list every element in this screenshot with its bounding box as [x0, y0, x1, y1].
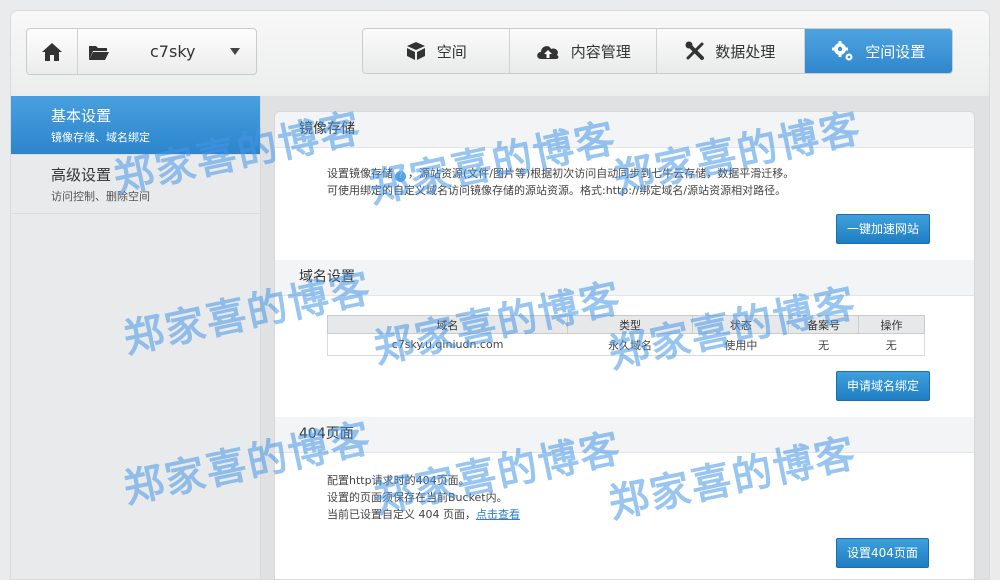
sidebar-item-advanced-settings[interactable]: 高级设置 访问控制、删除空间	[11, 155, 260, 214]
cell-icp: 无	[788, 333, 859, 356]
bucket-name: c7sky	[150, 42, 196, 61]
chevron-down-icon	[230, 48, 240, 55]
apply-domain-binding-button[interactable]: 申请域名绑定	[836, 371, 931, 401]
tab-label: 数据处理	[715, 42, 776, 61]
gears-icon	[832, 41, 853, 61]
header: c7sky 空间 内容管理 数据处理 空间设置	[11, 11, 989, 96]
sidebar-item-title: 基本设置	[51, 107, 112, 125]
tab-space[interactable]: 空间	[363, 29, 510, 73]
tab-label: 空间	[436, 42, 467, 61]
sidebar-item-title: 高级设置	[51, 166, 112, 184]
section-title-domain: 域名设置	[275, 260, 974, 296]
tab-label: 内容管理	[570, 42, 631, 61]
section-title-mirror: 镜像存储	[275, 112, 974, 148]
cell-domain: c7sky.u.qiniudn.com	[327, 333, 568, 356]
page404-line2: 设置的页面须保存在当前Bucket内。	[327, 491, 508, 504]
tab-label: 空间设置	[865, 42, 926, 61]
column-header-icp: 备案号	[788, 315, 860, 334]
column-header-action: 操作	[858, 315, 925, 334]
bucket-select[interactable]: c7sky	[78, 29, 256, 74]
sidebar-item-subtitle: 镜像存储、域名绑定	[51, 131, 150, 144]
cube-icon	[406, 42, 425, 60]
page404-line1: 配置http请求时的404页面。	[327, 474, 470, 487]
tab-data-processing[interactable]: 数据处理	[657, 29, 805, 73]
tab-content[interactable]: 内容管理	[509, 29, 657, 73]
mirror-description: 设置镜像存储? ，源站资源(文件/图片等)根据初次访问自动同步到七牛云存储，数据平…	[327, 165, 794, 199]
cloud-upload-icon	[536, 46, 559, 59]
accelerate-site-button[interactable]: 一键加速网站	[836, 214, 931, 244]
domain-table: 域名 类型 状态 备案号 操作 c7sky.u.qiniudn.com 永久域名…	[327, 315, 925, 356]
page404-description: 配置http请求时的404页面。 设置的页面须保存在当前Bucket内。 当前已…	[327, 472, 520, 523]
table-row: c7sky.u.qiniudn.com 永久域名 使用中 无 无	[327, 333, 925, 356]
set-404-page-button[interactable]: 设置404页面	[836, 538, 929, 568]
cell-type: 永久域名	[567, 333, 693, 356]
column-header-type: 类型	[566, 315, 694, 334]
mirror-text-a: 设置镜像存储	[327, 167, 393, 180]
tools-icon	[685, 41, 705, 60]
home-button[interactable]	[27, 29, 78, 74]
main-content: 镜像存储 设置镜像存储? ，源站资源(文件/图片等)根据初次访问自动同步到七牛云存…	[261, 96, 989, 579]
column-header-status: 状态	[692, 315, 790, 334]
app-window: c7sky 空间 内容管理 数据处理 空间设置 基本设置 镜像存储、域名绑定 高…	[10, 10, 990, 580]
cell-status: 使用中	[692, 333, 789, 356]
section-title-404: 404页面	[275, 417, 974, 453]
folder-open-icon	[89, 45, 109, 60]
mirror-text-b: ，源站资源(文件/图片等)根据初次访问自动同步到七牛云存储，数据平滑迁移。	[408, 167, 795, 180]
page404-line3: 当前已设置自定义 404 页面，	[327, 508, 476, 521]
view-404-link[interactable]: 点击查看	[476, 508, 520, 521]
cell-action: 无	[858, 333, 925, 356]
main-tabs: 空间 内容管理 数据处理 空间设置	[362, 28, 953, 74]
settings-panel: 镜像存储 设置镜像存储? ，源站资源(文件/图片等)根据初次访问自动同步到七牛云存…	[274, 111, 975, 579]
sidebar-item-subtitle: 访问控制、删除空间	[51, 190, 150, 203]
sidebar: 基本设置 镜像存储、域名绑定 高级设置 访问控制、删除空间	[11, 96, 261, 579]
bucket-switcher: c7sky	[26, 28, 257, 75]
help-icon[interactable]: ?	[395, 171, 406, 182]
mirror-text-line2: 可使用绑定的自定义域名访问镜像存储的源站资源。格式:http://绑定域名/源站…	[327, 184, 787, 197]
column-header-domain: 域名	[327, 315, 568, 334]
tab-space-settings[interactable]: 空间设置	[804, 29, 952, 73]
home-icon	[42, 42, 62, 61]
sidebar-item-basic-settings[interactable]: 基本设置 镜像存储、域名绑定	[11, 96, 260, 155]
table-header-row: 域名 类型 状态 备案号 操作	[327, 315, 925, 334]
